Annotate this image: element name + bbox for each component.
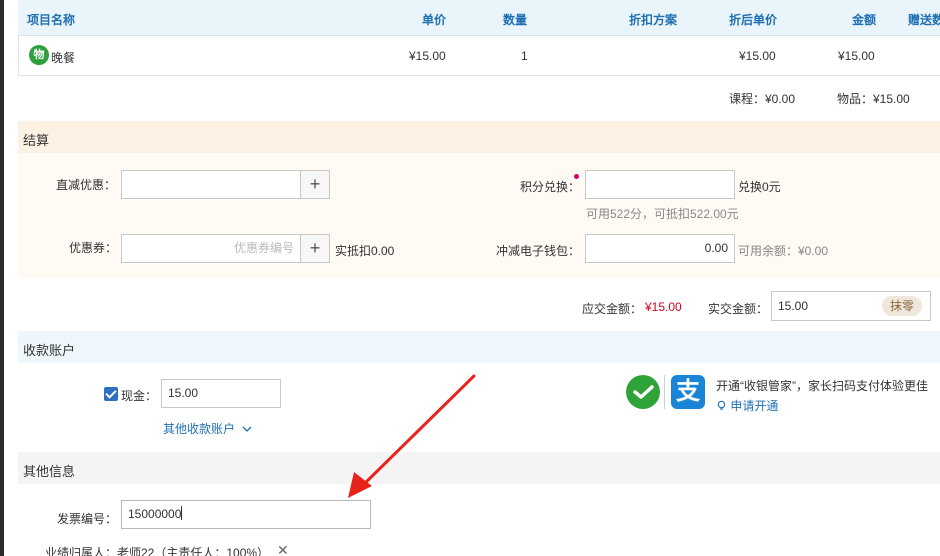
cash-label: 现金： xyxy=(121,389,158,403)
coupon-input[interactable]: 优惠券编号 xyxy=(121,234,301,263)
apply-open-link[interactable]: 申请开通 xyxy=(716,397,778,414)
payable-label: 应交金额： xyxy=(582,302,643,316)
points-label: 积分兑换： xyxy=(520,180,581,194)
other-info-title: 其他信息 xyxy=(23,464,76,479)
actual-amount-value: 15.00 xyxy=(778,299,809,313)
remove-owner-icon[interactable]: ✕ xyxy=(277,542,289,556)
items-table-header: 项目名称 单价 数量 折扣方案 折后单价 金额 赠送数 xyxy=(18,0,940,36)
round-off-button[interactable]: 抹零 xyxy=(882,296,922,316)
wallet-input[interactable]: 0.00 xyxy=(585,234,735,263)
wallet-hint: 可用余额：¥0.00 xyxy=(738,244,829,258)
other-accounts-toggle[interactable]: 其他收款账户 xyxy=(163,420,252,437)
cash-checkbox[interactable] xyxy=(104,387,118,401)
invoice-input[interactable]: 15000000 xyxy=(121,500,371,529)
direct-discount-add-button[interactable]: + xyxy=(300,170,330,199)
item-discounted-price: ¥15.00 xyxy=(739,49,776,63)
item-price: ¥15.00 xyxy=(409,49,446,63)
required-dot-icon xyxy=(574,174,579,179)
performance-owner-text: 业绩归属人：老师22（主责任人：100%） xyxy=(45,546,270,556)
bulb-icon xyxy=(717,400,726,410)
item-amount: ¥15.00 xyxy=(838,49,875,63)
goods-total: 物品：¥15.00 xyxy=(837,92,910,106)
cashier-promo-text: 开通“收银管家”，家长扫码支付体验更佳 xyxy=(716,379,928,393)
coupon-label: 优惠券： xyxy=(69,241,118,255)
payment-accounts-section-header: 收款账户 xyxy=(18,331,940,363)
text-cursor xyxy=(181,506,183,520)
chevron-down-icon xyxy=(242,426,252,432)
actual-amount-input[interactable]: 15.00 抹零 xyxy=(771,291,931,321)
actual-label: 实交金额： xyxy=(708,302,769,316)
coupon-deduct-text: 实抵扣0.00 xyxy=(335,244,395,258)
col-header-amount: 金额 xyxy=(852,13,877,27)
col-header-gift: 赠送数 xyxy=(908,13,940,27)
col-header-qty: 数量 xyxy=(503,13,528,27)
coupon-add-button[interactable]: + xyxy=(300,234,330,263)
wechat-pay-icon xyxy=(626,375,660,409)
alipay-icon: 支 xyxy=(671,375,705,409)
invoice-value: 15000000 xyxy=(128,507,182,521)
item-name: 晚餐 xyxy=(51,51,76,65)
col-header-price: 单价 xyxy=(422,13,447,27)
points-input[interactable] xyxy=(585,170,735,199)
annotation-arrow-icon xyxy=(348,374,476,498)
cash-input[interactable]: 15.00 xyxy=(161,379,281,408)
points-exchange-text: 兑换0元 xyxy=(738,180,781,194)
apply-open-label: 申请开通 xyxy=(730,399,779,413)
col-header-discount-plan: 折扣方案 xyxy=(629,13,678,27)
left-gutter xyxy=(4,0,18,556)
col-header-discounted-price: 折后单价 xyxy=(729,13,778,27)
settlement-title: 结算 xyxy=(23,133,50,148)
col-header-name: 项目名称 xyxy=(27,13,76,27)
table-row: 物 晚餐 ¥15.00 1 ¥15.00 ¥15.00 xyxy=(18,36,940,76)
pay-icons-divider xyxy=(664,375,665,409)
points-hint: 可用522分，可抵扣522.00元 xyxy=(586,207,739,221)
course-total: 课程：¥0.00 xyxy=(729,92,796,106)
wallet-label: 冲减电子钱包： xyxy=(496,244,581,258)
item-qty: 1 xyxy=(521,49,528,63)
direct-discount-label: 直减优惠： xyxy=(56,178,117,192)
payable-value: ¥15.00 xyxy=(645,300,682,314)
direct-discount-input[interactable] xyxy=(121,170,301,199)
invoice-label: 发票编号： xyxy=(57,512,118,526)
other-accounts-label: 其他收款账户 xyxy=(163,422,236,436)
settlement-section-header: 结算 xyxy=(18,121,940,153)
payment-accounts-title: 收款账户 xyxy=(23,343,76,358)
goods-badge-icon: 物 xyxy=(29,45,49,65)
